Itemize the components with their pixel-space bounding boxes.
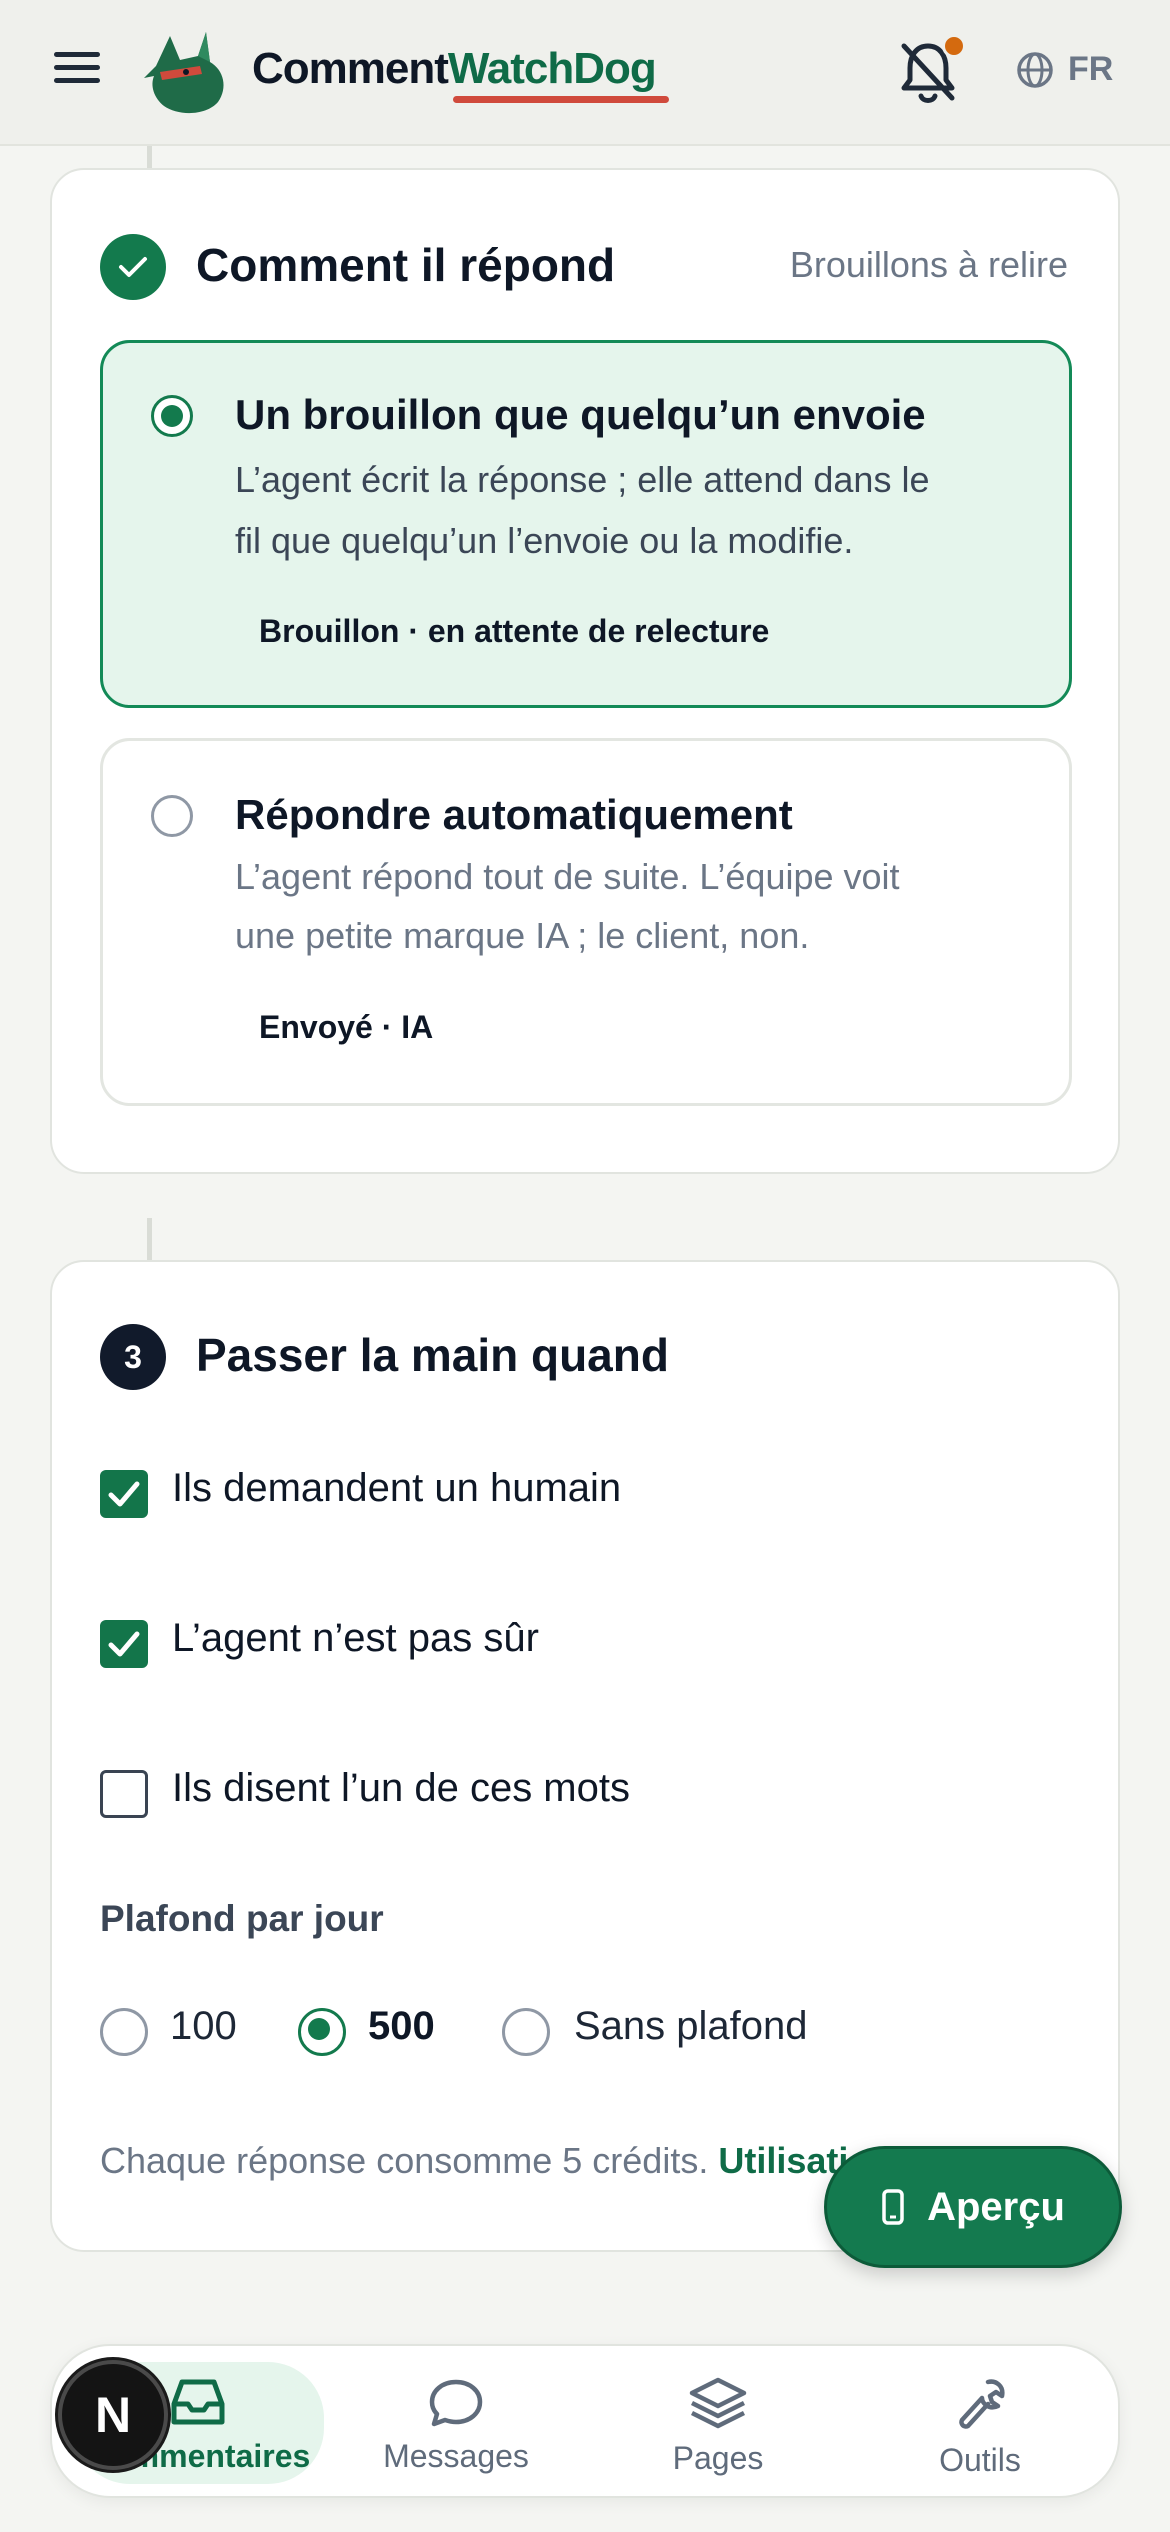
checkbox-label[interactable]: L’agent n’est pas sûr bbox=[172, 1616, 539, 1661]
response-mode-card: Comment il répond Brouillons à relire Un… bbox=[50, 168, 1120, 1174]
menu-icon[interactable] bbox=[54, 52, 108, 92]
step-title: Passer la main quand bbox=[196, 1329, 669, 1381]
daily-cap-label: Plafond par jour bbox=[100, 1898, 384, 1939]
bottom-navigation: Commentaires Messages Pages Outils bbox=[50, 2344, 1120, 2498]
checkbox-label[interactable]: Ils demandent un humain bbox=[172, 1466, 621, 1511]
preview-button[interactable]: Aperçu bbox=[824, 2146, 1122, 2268]
option-auto-reply-radio[interactable] bbox=[151, 795, 193, 837]
nav-label: Outils bbox=[939, 2442, 1021, 2478]
checkbox-agent-unsure[interactable] bbox=[100, 1620, 148, 1668]
nav-item-messages[interactable]: Messages bbox=[346, 2376, 566, 2475]
nav-label: Pages bbox=[672, 2440, 764, 2476]
step-complete-badge bbox=[100, 234, 166, 300]
option-status-tag: Brouillon · en attente de relecture bbox=[259, 613, 770, 649]
brand-underline bbox=[453, 96, 669, 103]
chat-bubble-icon bbox=[429, 2379, 483, 2427]
timeline-connector bbox=[147, 1218, 152, 1260]
phone-icon bbox=[882, 2189, 904, 2225]
notification-dot bbox=[942, 34, 966, 58]
brand-name[interactable]: CommentWatchDog bbox=[252, 44, 657, 94]
checkmark-icon bbox=[108, 1481, 140, 1507]
option-description: L’agent écrit la réponse ; elle attend d… bbox=[235, 459, 930, 561]
cap-radio-unlimited[interactable] bbox=[502, 2008, 550, 2056]
usage-link[interactable]: Utilisati bbox=[718, 2140, 848, 2181]
option-description: L’agent répond tout de suite. L’équipe v… bbox=[235, 856, 900, 956]
watchdog-logo-icon bbox=[144, 32, 224, 114]
cap-radio-500[interactable] bbox=[298, 2008, 346, 2056]
nav-label: Messages bbox=[383, 2438, 529, 2474]
step-summary: Brouillons à relire bbox=[789, 244, 1068, 285]
option-title: Un brouillon que quelqu’un envoie bbox=[235, 391, 926, 438]
option-status-tag: Envoyé · IA bbox=[259, 1009, 434, 1045]
option-draft[interactable]: Un brouillon que quelqu’un envoie L’agen… bbox=[100, 340, 1072, 708]
timeline-connector bbox=[147, 146, 152, 168]
option-title: Répondre automatiquement bbox=[235, 791, 793, 838]
top-bar: CommentWatchDog FR bbox=[0, 0, 1170, 146]
wrench-icon bbox=[959, 2379, 1005, 2429]
checkbox-keywords[interactable] bbox=[100, 1770, 148, 1818]
language-switcher[interactable]: FR bbox=[1016, 50, 1113, 89]
avatar[interactable]: N bbox=[58, 2360, 168, 2470]
handoff-card: 3 Passer la main quand Ils demandent un … bbox=[50, 1260, 1120, 2252]
cap-radio-100[interactable] bbox=[100, 2008, 148, 2056]
checkmark-icon bbox=[108, 1631, 140, 1657]
option-draft-radio[interactable] bbox=[151, 395, 193, 437]
checkbox-human-request[interactable] bbox=[100, 1470, 148, 1518]
nav-item-pages[interactable]: Pages bbox=[608, 2376, 828, 2477]
cap-option-label[interactable]: Sans plafond bbox=[574, 2004, 808, 2049]
credits-note: Chaque réponse consomme 5 crédits. Utili… bbox=[100, 2140, 849, 2181]
checkmark-icon bbox=[119, 257, 147, 277]
step-title: Comment il répond bbox=[196, 239, 616, 291]
inbox-icon bbox=[171, 2379, 225, 2425]
nav-item-tools[interactable]: Outils bbox=[870, 2376, 1090, 2479]
checkbox-label[interactable]: Ils disent l’un de ces mots bbox=[172, 1766, 630, 1811]
option-auto-reply[interactable]: Répondre automatiquement L’agent répond … bbox=[100, 738, 1072, 1106]
cap-option-label[interactable]: 500 bbox=[368, 2004, 435, 2049]
step-number-badge: 3 bbox=[100, 1324, 166, 1390]
language-code: FR bbox=[1068, 50, 1114, 88]
globe-icon bbox=[1017, 51, 1053, 88]
preview-button-label: Aperçu bbox=[927, 2184, 1065, 2229]
cap-option-label[interactable]: 100 bbox=[170, 2004, 237, 2049]
layers-icon bbox=[689, 2377, 747, 2429]
